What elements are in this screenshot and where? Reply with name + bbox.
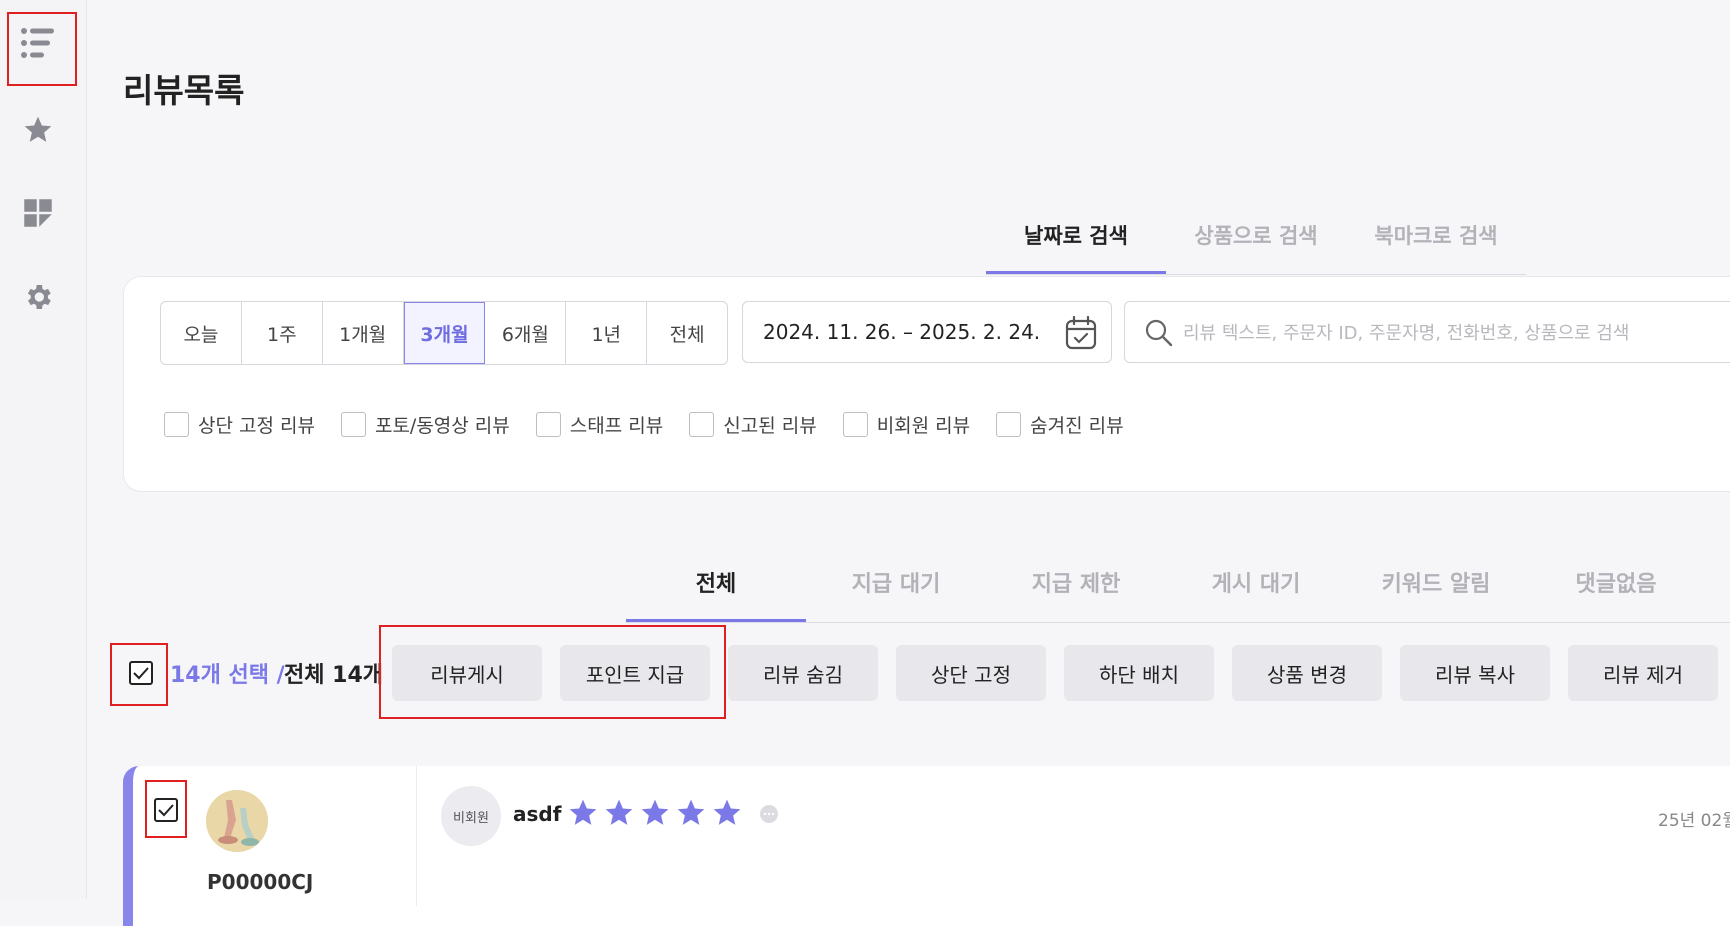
product-thumbnail[interactable] xyxy=(206,790,268,852)
checkbox[interactable] xyxy=(535,412,561,437)
dashboard-icon xyxy=(24,199,52,227)
pin-top-button[interactable]: 상단 고정 xyxy=(896,645,1046,701)
search-mode-tabs: 날짜로 검색 상품으로 검색 북마크로 검색 xyxy=(986,212,1526,275)
checkbox-label: 스태프 리뷰 xyxy=(569,415,664,437)
sidebar-item-favorites[interactable] xyxy=(18,110,58,150)
checkbox[interactable] xyxy=(164,412,189,437)
calendar-icon[interactable] xyxy=(1065,316,1097,350)
checkbox[interactable] xyxy=(689,412,715,437)
filter-pinned-reviews[interactable]: 상단 고정 리뷰 xyxy=(164,411,315,438)
checkbox-label: 비회원 리뷰 xyxy=(876,415,971,437)
star-icon xyxy=(24,116,52,142)
tab-search-by-product[interactable]: 상품으로 검색 xyxy=(1166,220,1346,274)
period-selector: 오늘 1주 1개월 3개월 6개월 1년 전체 xyxy=(160,301,728,365)
checkbox-label: 포토/동영상 리뷰 xyxy=(374,415,510,437)
filter-guest-reviews[interactable]: 비회원 리뷰 xyxy=(842,411,971,438)
select-all-checkbox[interactable] xyxy=(129,661,153,685)
check-icon xyxy=(133,667,149,680)
period-3months-button[interactable]: 3개월 xyxy=(403,302,486,364)
date-range-field[interactable]: 2024. 11. 26. – 2025. 2. 24. xyxy=(742,301,1112,363)
copy-review-button[interactable]: 리뷰 복사 xyxy=(1400,645,1550,701)
reviewer-name: asdf xyxy=(513,802,562,826)
total-count: 전체 14개 xyxy=(284,663,383,688)
guest-badge: 비회원 xyxy=(441,786,501,846)
sidebar-item-review-list[interactable] xyxy=(18,23,58,63)
tab-payment-pending[interactable]: 지급 대기 xyxy=(806,560,986,622)
period-all-button[interactable]: 전체 xyxy=(647,302,727,364)
list-icon xyxy=(21,28,54,58)
period-today-button[interactable]: 오늘 xyxy=(161,302,242,364)
star-icon xyxy=(569,799,597,825)
star-icon xyxy=(605,799,633,825)
filter-staff-reviews[interactable]: 스태프 리뷰 xyxy=(535,411,664,438)
comment-icon[interactable] xyxy=(758,804,780,826)
checkbox[interactable] xyxy=(842,412,868,437)
sidebar-item-dashboard[interactable] xyxy=(18,193,58,233)
checkbox[interactable] xyxy=(996,412,1022,437)
period-1year-button[interactable]: 1년 xyxy=(566,302,648,364)
tab-keyword-alert[interactable]: 키워드 알림 xyxy=(1346,560,1526,622)
tab-search-by-bookmark[interactable]: 북마크로 검색 xyxy=(1346,220,1526,274)
filter-checkboxes: 상단 고정 리뷰 포토/동영상 리뷰 스태프 리뷰 신고된 리뷰 비회원 리뷰 … xyxy=(164,411,1150,438)
date-range-value: 2024. 11. 26. – 2025. 2. 24. xyxy=(763,320,1041,344)
selected-count: 14개 선택 / xyxy=(170,663,285,688)
change-product-button[interactable]: 상품 변경 xyxy=(1232,645,1382,701)
place-bottom-button[interactable]: 하단 배치 xyxy=(1064,645,1214,701)
tab-no-comment[interactable]: 댓글없음 xyxy=(1526,560,1706,622)
gear-icon xyxy=(27,285,51,309)
tab-search-by-date[interactable]: 날짜로 검색 xyxy=(986,220,1166,274)
delete-review-button[interactable]: 리뷰 제거 xyxy=(1568,645,1718,701)
checkbox-label: 신고된 리뷰 xyxy=(723,415,817,437)
tab-payment-restricted[interactable]: 지급 제한 xyxy=(986,560,1166,622)
checkbox-label: 상단 고정 리뷰 xyxy=(198,415,315,437)
checkbox[interactable] xyxy=(340,412,366,437)
checkbox-label: 숨겨진 리뷰 xyxy=(1030,415,1124,437)
review-card xyxy=(123,766,1730,926)
period-6months-button[interactable]: 6개월 xyxy=(485,302,567,364)
give-points-button[interactable]: 포인트 지급 xyxy=(560,645,710,701)
review-search-input[interactable] xyxy=(1181,316,1730,350)
filter-hidden-reviews[interactable]: 숨겨진 리뷰 xyxy=(996,411,1124,438)
filter-photo-video-reviews[interactable]: 포토/동영상 리뷰 xyxy=(340,411,510,438)
period-1week-button[interactable]: 1주 xyxy=(242,302,323,364)
review-search-box xyxy=(1124,301,1730,363)
post-review-button[interactable]: 리뷰게시 xyxy=(392,645,542,701)
rating-stars xyxy=(567,797,747,829)
period-1month-button[interactable]: 1개월 xyxy=(323,302,404,364)
tab-all[interactable]: 전체 xyxy=(626,560,806,622)
sidebar xyxy=(0,0,87,899)
review-status-tabs: 전체 지급 대기 지급 제한 게시 대기 키워드 알림 댓글없음 xyxy=(626,560,1730,623)
hide-review-button[interactable]: 리뷰 숨김 xyxy=(728,645,878,701)
star-icon xyxy=(713,799,741,825)
star-icon xyxy=(641,799,669,825)
review-divider xyxy=(416,766,417,906)
search-icon xyxy=(1145,319,1173,347)
check-icon xyxy=(158,804,174,817)
filter-reported-reviews[interactable]: 신고된 리뷰 xyxy=(689,411,817,438)
review-date: 25년 02월 xyxy=(1658,811,1730,831)
product-code: P00000CJ xyxy=(207,870,314,894)
page-title: 리뷰목록 xyxy=(123,71,245,110)
sidebar-item-settings[interactable] xyxy=(18,277,58,317)
review-select-checkbox[interactable] xyxy=(154,798,178,822)
tab-post-pending[interactable]: 게시 대기 xyxy=(1166,560,1346,622)
star-icon xyxy=(677,799,705,825)
